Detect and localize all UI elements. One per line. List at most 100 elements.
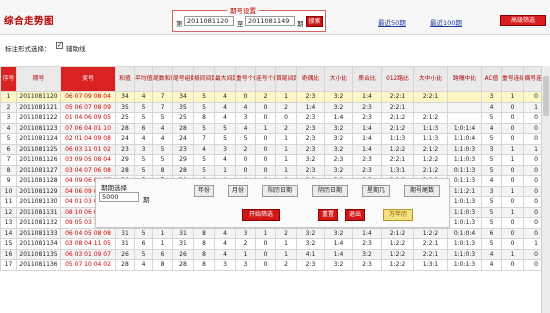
aux-line-label[interactable]: 辅助线 [66, 43, 86, 53]
table-cell: 2011081125 [16, 143, 61, 155]
table-cell: 2:2:1 [381, 91, 414, 103]
table-cell: 1:4 [352, 227, 382, 239]
table-row[interactable]: 3 2011081122 01 04 06 09 05 25 5 5 25 8 4 3 0 0 2:3 1… [0, 112, 549, 124]
table-cell: 1:4 [324, 238, 353, 250]
table-cell: 1 [275, 143, 297, 155]
table-cell: 2:2:1 [381, 154, 414, 166]
table-cell: 23 [115, 143, 135, 155]
table-cell: 12 [0, 206, 17, 218]
calendar-button[interactable]: 万年历 [383, 209, 413, 221]
exit-button[interactable]: 退出 [345, 209, 365, 221]
filter-panel-title: 期期选择 [101, 184, 127, 192]
table-cell: 16 [0, 248, 17, 260]
table-cell: 1:0:1:3 [447, 238, 482, 250]
table-cell: 2 [235, 238, 256, 250]
table-cell: 3 [134, 143, 153, 155]
table-cell: 0 [235, 91, 256, 103]
period-prefix: 第 [176, 20, 183, 28]
column-header: 尾数和值 [152, 66, 173, 92]
table-cell: 23 [172, 143, 194, 155]
aux-line-checkbox[interactable]: ✓ [56, 42, 63, 49]
table-cell: 2:3 [296, 143, 325, 155]
vertical-scrollbar[interactable] [541, 66, 550, 313]
table-cell: 1:4 [296, 101, 325, 113]
table-cell: 1:0:1:3 [447, 259, 482, 271]
table-cell: 4 [481, 101, 502, 113]
table-row[interactable]: 16 2011081135 06 03 01 09 07 26 5 6 26 8 4 1 0 1 4:1… [0, 248, 549, 260]
lunar-date-button[interactable]: 阴历日期 [312, 185, 348, 197]
solar-date-button[interactable]: 阳历日期 [262, 185, 298, 197]
table-cell: 1 [152, 227, 173, 239]
table-cell: 14 [0, 227, 17, 239]
table-cell: 1 [501, 154, 524, 166]
table-cell: 7 [0, 154, 17, 166]
prize-number-cell: 07 06 04 01 10 [60, 122, 116, 134]
table-cell: 2011081132 [16, 217, 61, 229]
table-row[interactable]: 6 2011081125 06 03 11 01 02 23 3 5 23 4 3 2 0 1 2:3 3… [0, 143, 549, 155]
table-cell: 2:1:2 [381, 112, 414, 124]
table-cell: 2:3 [296, 122, 325, 134]
table-cell: 5 [481, 196, 502, 208]
table-cell: 8 [193, 238, 215, 250]
start-filter-button[interactable]: 开始筛选 [242, 209, 280, 221]
weekday-button[interactable]: 星期几 [362, 185, 390, 197]
table-row[interactable]: 2 2011081121 05 06 07 08 09 35 5 7 35 5 4 4 0 2 1:4 3… [0, 101, 549, 113]
table-cell: 2011081135 [16, 248, 61, 260]
table-row[interactable]: 4 2011081123 07 06 04 01 10 28 6 4 28 5 5 4 1 2 2:3 3… [0, 122, 549, 134]
table-cell: 2:3 [352, 164, 382, 176]
scrollbar-thumb[interactable] [543, 76, 549, 116]
recent-100-link[interactable]: 最近100期 [430, 17, 462, 27]
table-cell: 1:1:3 [413, 122, 448, 134]
end-period-input[interactable] [245, 16, 295, 26]
table-cell: 0 [501, 164, 524, 176]
table-cell: 2:3 [296, 91, 325, 103]
table-cell: 0 [255, 238, 276, 250]
table-row[interactable]: 17 2011081136 05 07 10 04 02 28 4 8 28 8 3 3 0 2 2:3… [0, 259, 549, 271]
period-to-label: 至 [237, 20, 244, 28]
table-cell: 5 [134, 248, 153, 260]
table-cell: 2011081134 [16, 238, 61, 250]
table-cell: 5 [481, 206, 502, 218]
year-button[interactable]: 年份 [194, 185, 214, 197]
table-cell: 3:2 [324, 101, 353, 113]
table-cell: 0 [501, 196, 524, 208]
column-header: 大小比 [324, 66, 353, 92]
table-row[interactable]: 8 2011081127 03 04 07 06 08 28 5 8 28 5 1 0 0 1 2:3 3… [0, 164, 549, 176]
table-cell: 28 [172, 164, 194, 176]
table-row[interactable]: 5 2011081124 02 01 04 09 08 24 4 4 24 7 5 5 0 1 2:3 3… [0, 133, 549, 145]
column-header: 连号个数 [255, 66, 276, 92]
advanced-filter-button[interactable]: 高级筛选 [500, 15, 546, 26]
reset-button[interactable]: 重置 [318, 209, 338, 221]
table-cell: 2011081127 [16, 164, 61, 176]
table-cell: 4 [214, 112, 236, 124]
table-cell: 8 [152, 259, 173, 271]
table-cell: 3:2 [296, 154, 325, 166]
table-cell [447, 112, 482, 124]
table-cell: 0 [255, 133, 276, 145]
start-period-input[interactable] [184, 16, 234, 26]
recent-50-link[interactable]: 最近50期 [378, 17, 406, 27]
table-cell: 0 [255, 164, 276, 176]
table-row[interactable]: 7 2011081126 03 09 05 08 04 29 5 5 29 5 4 0 0 1 3:2 2… [0, 154, 549, 166]
period-count-input[interactable] [99, 192, 139, 202]
table-cell: 2011081133 [16, 227, 61, 239]
column-header: 尾号组数 [172, 66, 194, 92]
table-cell: 8 [193, 112, 215, 124]
table-cell: 9 [0, 175, 17, 187]
table-cell: 5 [481, 154, 502, 166]
period-tail-button[interactable]: 期号尾数 [404, 185, 440, 197]
search-button[interactable]: 搜索 [306, 16, 323, 27]
style-option-label: 标注形式选择： [5, 45, 51, 53]
month-button[interactable]: 月份 [228, 185, 248, 197]
table-row[interactable]: 15 2011081134 03 08 04 11 05 31 6 1 31 8 4 2 0 1 3:2… [0, 238, 549, 250]
column-header: 跨隔中比 [447, 66, 482, 92]
table-cell [447, 101, 482, 113]
trend-table: 序号期号奖号和值平均值尾数和值尾号组数极同间距最大间距重号个数连号个数首尾间距奇… [0, 66, 549, 271]
table-cell: 5 [481, 112, 502, 124]
table-cell: 5 [214, 133, 236, 145]
table-cell: 0 [255, 101, 276, 113]
table-row[interactable]: 1 2011081120 06 07 09 08 04 34 4 7 34 5 4 0 2 1 2:3 3… [0, 91, 549, 103]
top-bar: 综合走势图 期号设置 第 至 期 搜索 最近50期 最近100期 高级筛选 [0, 0, 550, 35]
table-row[interactable]: 14 2011081133 06 04 05 08 08 31 5 1 31 8 4 3 1 2 3:2… [0, 227, 549, 239]
period-suffix: 期 [297, 20, 304, 28]
